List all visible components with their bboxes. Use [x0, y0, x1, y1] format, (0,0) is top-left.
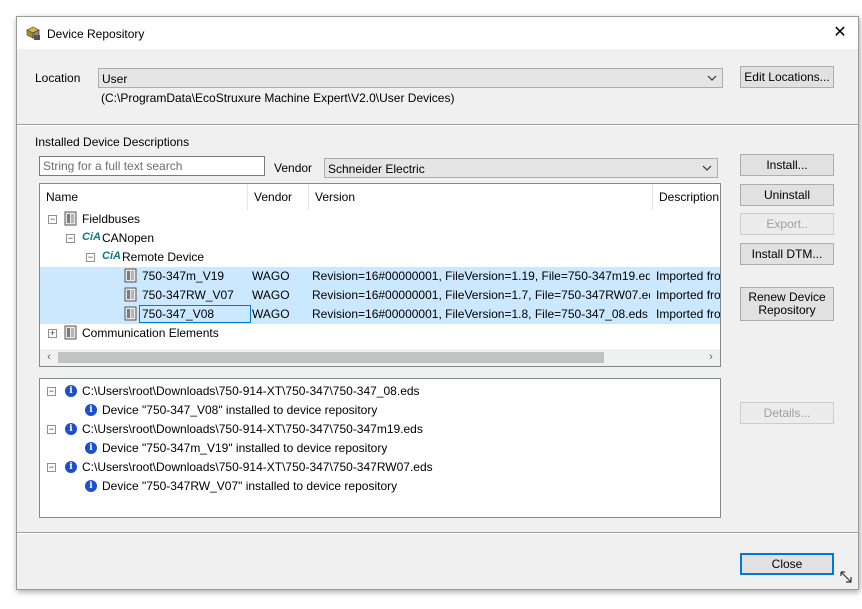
log-message: Device "750-347RW_V07" installed to devi…	[102, 479, 398, 493]
info-icon: i	[65, 461, 77, 473]
log-item[interactable]: i Device "750-347RW_V07" installed to de…	[40, 477, 720, 496]
scrollbar-thumb[interactable]	[58, 352, 604, 363]
chevron-down-icon	[702, 165, 712, 171]
collapse-icon[interactable]: −	[66, 234, 75, 243]
chevron-down-icon	[707, 75, 717, 81]
collapse-icon[interactable]: −	[48, 215, 57, 224]
device-module-icon	[124, 268, 137, 283]
tree-node-remote-device[interactable]: − CiA Remote Device	[40, 248, 720, 267]
log-item[interactable]: − i C:\Users\root\Downloads\750-914-XT\7…	[40, 458, 720, 477]
location-combo[interactable]: User	[98, 68, 723, 88]
device-vendor: WAGO	[252, 307, 290, 321]
installed-descriptions-label: Installed Device Descriptions	[35, 135, 190, 149]
tree-node-canopen[interactable]: − CiA CANopen	[40, 229, 720, 248]
vendor-label: Vendor	[274, 161, 313, 175]
scroll-left-icon[interactable]: ‹	[42, 351, 56, 364]
tree-node-label: Fieldbuses	[82, 212, 141, 226]
device-name: 750-347m_V19	[142, 269, 225, 283]
column-header-vendor[interactable]: Vendor	[248, 184, 309, 210]
info-icon: i	[65, 385, 77, 397]
device-repository-icon	[26, 26, 40, 40]
tree-node-label: Communication Elements	[82, 326, 219, 340]
device-version: Revision=16#00000001, FileVersion=1.19, …	[312, 269, 650, 283]
collapse-icon[interactable]: −	[86, 253, 95, 262]
install-button[interactable]: Install...	[740, 154, 834, 176]
window-title: Device Repository	[47, 27, 145, 41]
log-file: C:\Users\root\Downloads\750-914-XT\750-3…	[82, 460, 433, 474]
expand-icon[interactable]: +	[48, 329, 57, 338]
resize-grip-icon[interactable]	[838, 569, 854, 585]
device-name: 750-347RW_V07	[142, 288, 234, 302]
info-icon: i	[65, 423, 77, 435]
log-message: Device "750-347_V08" installed to device…	[102, 403, 378, 417]
info-icon: i	[85, 442, 97, 454]
device-name: 750-347_V08	[139, 305, 251, 323]
column-header-description[interactable]: Description	[653, 184, 720, 210]
collapse-icon[interactable]: −	[47, 463, 56, 472]
tree-node-fieldbuses[interactable]: − Fieldbuses	[40, 210, 720, 229]
log-item[interactable]: − i C:\Users\root\Downloads\750-914-XT\7…	[40, 420, 720, 439]
device-vendor: WAGO	[252, 288, 290, 302]
table-row[interactable]: 750-347m_V19 WAGO Revision=16#00000001, …	[40, 267, 720, 286]
renew-device-repository-button[interactable]: Renew Device Repository	[740, 287, 834, 321]
column-header-version[interactable]: Version	[309, 184, 653, 210]
table-row[interactable]: 750-347RW_V07 WAGO Revision=16#00000001,…	[40, 286, 720, 305]
device-tree[interactable]: Name Vendor Version Description − Fieldb…	[39, 183, 721, 367]
close-button[interactable]: Close	[740, 553, 834, 575]
cia-icon: CiA	[82, 231, 101, 243]
section-divider	[17, 124, 858, 126]
collapse-icon[interactable]: −	[47, 425, 56, 434]
table-row[interactable]: 750-347_V08 WAGO Revision=16#00000001, F…	[40, 305, 720, 324]
search-input[interactable]	[40, 157, 264, 175]
uninstall-button[interactable]: Uninstall	[740, 184, 834, 206]
install-dtm-button[interactable]: Install DTM...	[740, 243, 834, 265]
device-description: Imported from	[656, 288, 720, 302]
vendor-value: Schneider Electric	[328, 162, 425, 176]
log-file: C:\Users\root\Downloads\750-914-XT\750-3…	[82, 384, 420, 398]
tree-header: Name Vendor Version Description	[40, 184, 720, 210]
export-button[interactable]: Export..	[740, 213, 834, 235]
tree-node-label: CANopen	[102, 231, 155, 245]
message-log[interactable]: − i C:\Users\root\Downloads\750-914-XT\7…	[39, 378, 721, 518]
log-item[interactable]: i Device "750-347_V08" installed to devi…	[40, 401, 720, 420]
vendor-combo[interactable]: Schneider Electric	[324, 158, 718, 178]
close-window-icon[interactable]: ✕	[828, 21, 852, 45]
log-item[interactable]: i Device "750-347m_V19" installed to dev…	[40, 439, 720, 458]
device-module-icon	[124, 287, 137, 302]
column-header-name[interactable]: Name	[40, 184, 248, 210]
location-value: User	[102, 72, 128, 86]
edit-locations-button[interactable]: Edit Locations...	[740, 66, 834, 88]
log-file: C:\Users\root\Downloads\750-914-XT\750-3…	[82, 422, 423, 436]
title-bar: Device Repository ✕	[17, 17, 858, 49]
scroll-right-icon[interactable]: ›	[704, 351, 718, 364]
device-version: Revision=16#00000001, FileVersion=1.8, F…	[312, 307, 648, 321]
horizontal-scrollbar[interactable]: ‹ ›	[40, 349, 720, 366]
device-version: Revision=16#00000001, FileVersion=1.7, F…	[312, 288, 650, 302]
tree-node-label: Remote Device	[122, 250, 205, 264]
cia-icon: CiA	[102, 250, 121, 262]
full-text-search-field[interactable]	[39, 156, 265, 176]
collapse-icon[interactable]: −	[47, 387, 56, 396]
device-vendor: WAGO	[252, 269, 290, 283]
footer-divider	[17, 532, 858, 534]
device-description: Imported from	[656, 307, 720, 321]
tree-node-communication-elements[interactable]: + Communication Elements	[40, 324, 720, 343]
device-module-icon	[64, 211, 77, 226]
location-path: (C:\ProgramData\EcoStruxure Machine Expe…	[101, 91, 455, 105]
device-repository-window: Device Repository ✕ Location User (C:\Pr…	[16, 16, 859, 590]
info-icon: i	[85, 404, 97, 416]
renew-label-line2: Repository	[758, 303, 816, 317]
info-icon: i	[85, 480, 97, 492]
log-message: Device "750-347m_V19" installed to devic…	[102, 441, 388, 455]
device-description: Imported from	[656, 269, 720, 283]
details-button[interactable]: Details...	[740, 402, 834, 424]
location-label: Location	[35, 71, 81, 85]
device-module-icon	[64, 325, 77, 340]
log-item[interactable]: − i C:\Users\root\Downloads\750-914-XT\7…	[40, 382, 720, 401]
device-module-icon	[124, 306, 137, 321]
